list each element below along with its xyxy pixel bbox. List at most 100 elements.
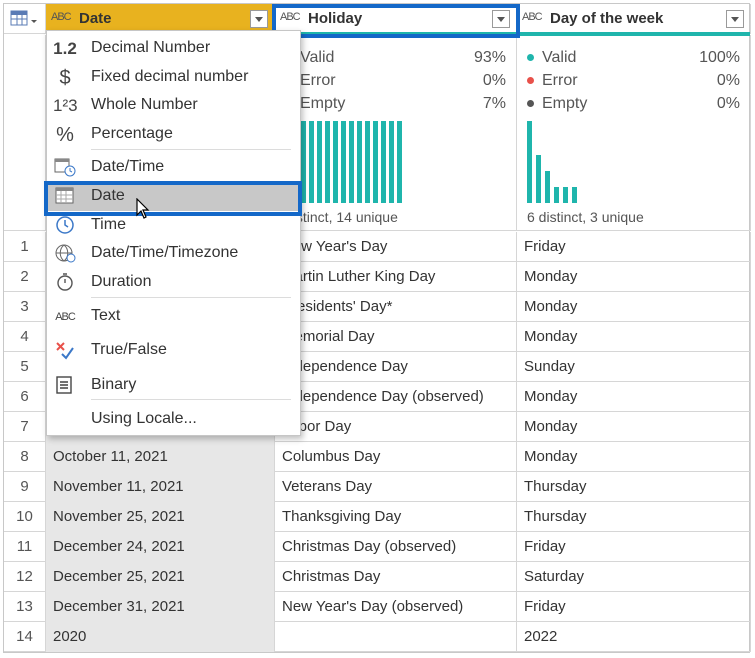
valid-stat: Valid 100% (527, 49, 740, 67)
menu-item-using-locale[interactable]: Using Locale... (47, 406, 300, 434)
cell-day-of-week[interactable]: 2022 (517, 622, 751, 652)
cell-holiday[interactable]: Christmas Day (275, 562, 517, 592)
cell-holiday[interactable] (275, 622, 517, 652)
profile-holiday: Valid 93% Error 0% Empty 7% distinct, 14 un… (275, 35, 517, 231)
menu-item-whole-number[interactable]: 1²3 Whole Number (47, 92, 300, 120)
cell-day-of-week[interactable]: Friday (517, 592, 751, 622)
row-number[interactable]: 1 (4, 232, 46, 262)
row-number[interactable]: 6 (4, 382, 46, 412)
menu-item-label: Time (91, 216, 126, 233)
dollar-icon: $ (59, 67, 71, 89)
cell-holiday[interactable]: Martin Luther King Day (275, 262, 517, 292)
cell-day-of-week[interactable]: Friday (517, 532, 751, 562)
cell-holiday[interactable]: Independence Day (observed) (275, 382, 517, 412)
cell-day-of-week[interactable]: Monday (517, 292, 751, 322)
distribution-chart (527, 121, 747, 203)
bar (333, 121, 338, 203)
row-number[interactable]: 2 (4, 262, 46, 292)
table-icon (10, 10, 37, 26)
row-number[interactable]: 14 (4, 622, 46, 652)
row-number[interactable]: 7 (4, 412, 46, 442)
cell-date[interactable]: 2020 (46, 622, 275, 652)
menu-item-label: Text (91, 307, 121, 324)
table-row[interactable]: 11 December 24, 2021 Christmas Day (observ… (4, 532, 751, 562)
cell-day-of-week[interactable]: Thursday (517, 472, 751, 502)
cell-day-of-week[interactable]: Monday (517, 412, 751, 442)
cell-date[interactable]: November 11, 2021 (46, 472, 275, 502)
filter-dropdown-button[interactable] (726, 10, 744, 28)
table-row[interactable]: 8 October 11, 2021 Columbus Day Monday (4, 442, 751, 472)
filter-dropdown-button[interactable] (250, 10, 268, 28)
cell-holiday[interactable]: Columbus Day (275, 442, 517, 472)
cell-date[interactable]: November 25, 2021 (46, 502, 275, 532)
row-number[interactable]: 13 (4, 592, 46, 622)
bar (325, 121, 330, 203)
cell-date[interactable]: December 24, 2021 (46, 532, 275, 562)
row-number[interactable]: 12 (4, 562, 46, 592)
row-number[interactable]: 11 (4, 532, 46, 562)
column-header-day-of-week[interactable]: ABC Day of the week (517, 4, 751, 36)
table-row[interactable]: 14 2020 2022 (4, 622, 751, 652)
cell-holiday[interactable]: New Year's Day (275, 232, 517, 262)
cell-holiday[interactable]: Independence Day (275, 352, 517, 382)
menu-item-fixed-decimal-number[interactable]: $ Fixed decimal number (47, 64, 300, 92)
text-type-icon[interactable]: ABC (51, 11, 72, 23)
empty-dot (527, 100, 534, 108)
valid-pct: 93% (473, 49, 506, 66)
bar (309, 121, 314, 203)
cell-holiday[interactable]: Presidents' Day* (275, 292, 517, 322)
cell-holiday[interactable]: Veterans Day (275, 472, 517, 502)
menu-item-time[interactable]: Time (47, 212, 300, 240)
menu-item-text[interactable]: ABC Text (47, 303, 300, 331)
error-dot (527, 77, 534, 85)
menu-item-percentage[interactable]: % Percentage (47, 121, 300, 149)
table-menu-button[interactable] (4, 4, 46, 34)
menu-item-true-false[interactable]: True/False (47, 337, 300, 365)
cell-date[interactable]: December 25, 2021 (46, 562, 275, 592)
row-number[interactable]: 9 (4, 472, 46, 502)
cell-day-of-week[interactable]: Monday (517, 382, 751, 412)
empty-pct: 7% (482, 95, 506, 112)
table-row[interactable]: 9 November 11, 2021 Veterans Day Thursday (4, 472, 751, 502)
cell-day-of-week[interactable]: Monday (517, 262, 751, 292)
valid-label: Valid (300, 49, 335, 66)
cell-holiday[interactable]: Labor Day (275, 412, 517, 442)
table-row[interactable]: 13 December 31, 2021 New Year's Day (obser… (4, 592, 751, 622)
menu-item-decimal-number[interactable]: 1.2 Decimal Number (47, 35, 300, 63)
menu-item-date-time-timezone[interactable]: Date/Time/Timezone (47, 240, 300, 268)
globe-icon (53, 243, 77, 265)
table-row[interactable]: 12 December 25, 2021 Christmas Day Saturday (4, 562, 751, 592)
valid-stat: Valid 93% (285, 49, 506, 67)
cell-holiday[interactable]: New Year's Day (observed) (275, 592, 517, 622)
cell-day-of-week[interactable]: Monday (517, 322, 751, 352)
error-stat: Error 0% (285, 72, 506, 90)
cell-day-of-week[interactable]: Monday (517, 442, 751, 472)
menu-item-date-time[interactable]: Date/Time (47, 154, 300, 182)
bar (536, 155, 541, 203)
menu-item-duration[interactable]: Duration (47, 269, 300, 297)
cell-day-of-week[interactable]: Thursday (517, 502, 751, 532)
cell-date[interactable]: October 11, 2021 (46, 442, 275, 472)
bar (572, 187, 577, 203)
empty-label: Empty (542, 95, 588, 112)
row-number[interactable]: 5 (4, 352, 46, 382)
empty-stat: Empty 0% (527, 95, 740, 113)
menu-item-binary[interactable]: Binary (47, 372, 300, 400)
row-number[interactable]: 8 (4, 442, 46, 472)
text-type-icon[interactable]: ABC (522, 11, 543, 23)
cell-day-of-week[interactable]: Friday (517, 232, 751, 262)
cell-holiday[interactable]: Thanksgiving Day (275, 502, 517, 532)
cell-holiday[interactable]: Memorial Day (275, 322, 517, 352)
cell-holiday[interactable]: Christmas Day (observed) (275, 532, 517, 562)
row-number[interactable]: 10 (4, 502, 46, 532)
row-number[interactable]: 4 (4, 322, 46, 352)
menu-item-label: Percentage (91, 125, 173, 142)
menu-item-label: Duration (91, 273, 152, 290)
table-row[interactable]: 10 November 25, 2021 Thanksgiving Day Thurs… (4, 502, 751, 532)
cell-day-of-week[interactable]: Sunday (517, 352, 751, 382)
menu-item-label: Binary (91, 376, 137, 393)
menu-item-label: Decimal Number (91, 39, 211, 56)
cell-date[interactable]: December 31, 2021 (46, 592, 275, 622)
row-number[interactable]: 3 (4, 292, 46, 322)
cell-day-of-week[interactable]: Saturday (517, 562, 751, 592)
